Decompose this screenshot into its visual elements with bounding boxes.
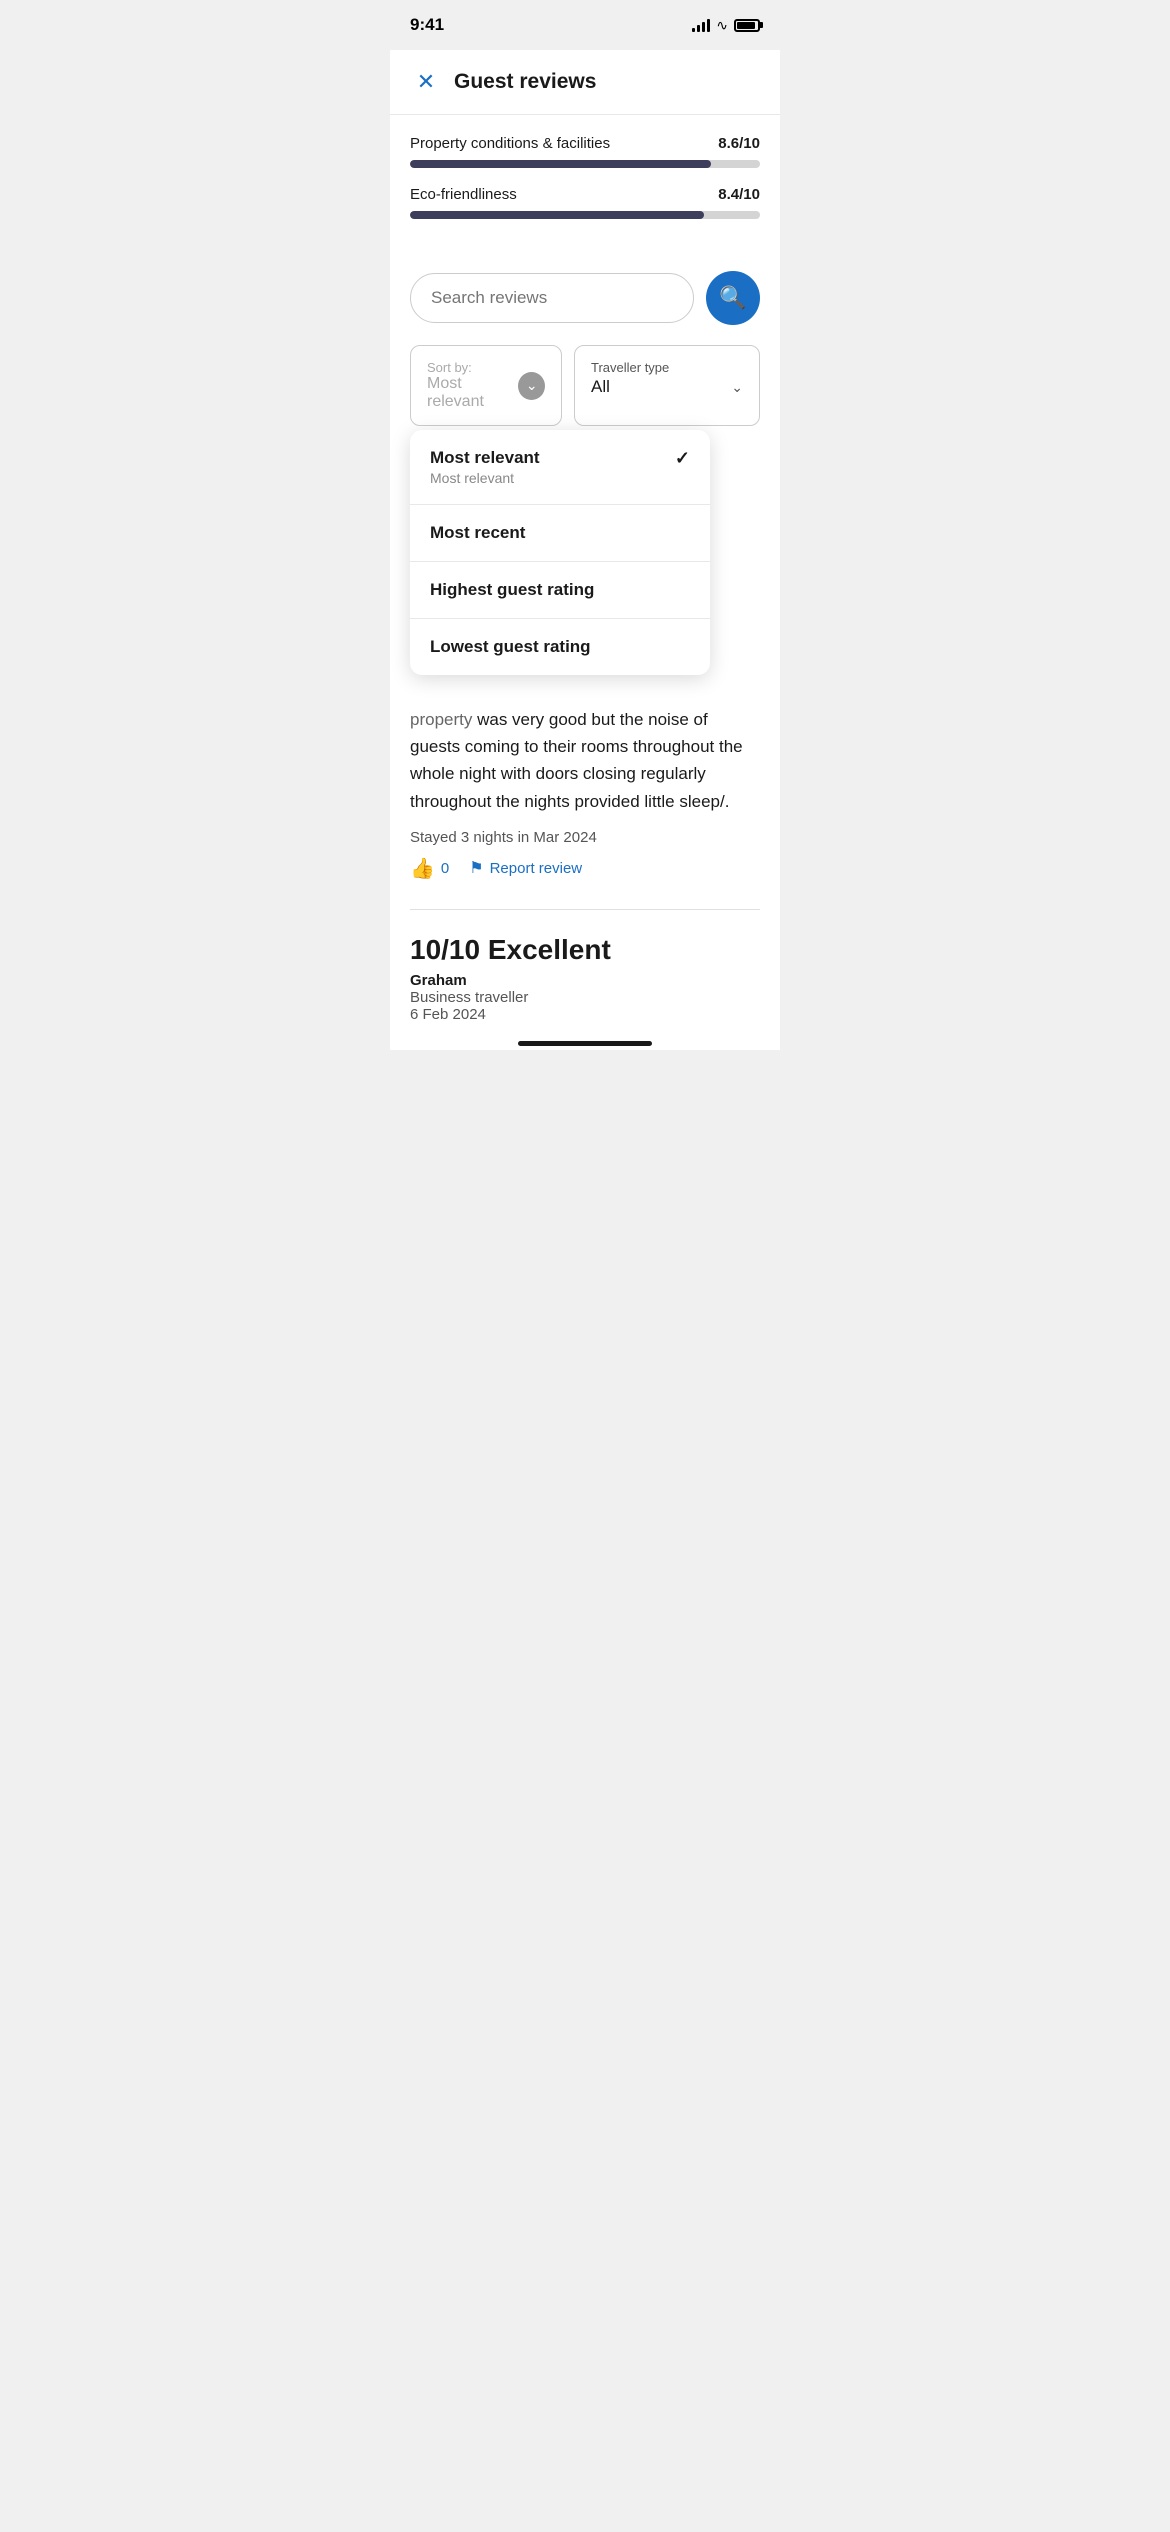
close-button[interactable]: ✕ bbox=[410, 66, 442, 98]
review-divider bbox=[410, 909, 760, 910]
review-1-stay-info: Stayed 3 nights in Mar 2024 bbox=[410, 829, 760, 846]
reviewer-date: 6 Feb 2024 bbox=[410, 1006, 760, 1023]
sort-option-highest-rating[interactable]: Highest guest rating bbox=[410, 562, 710, 619]
search-input-wrapper[interactable] bbox=[410, 273, 694, 323]
progress-bar-property-fill bbox=[410, 160, 711, 168]
review-partial-prefix: property bbox=[410, 710, 477, 729]
rating-label-property: Property conditions & facilities bbox=[410, 135, 610, 152]
rating-score-property: 8.6/10 bbox=[718, 135, 760, 152]
battery-icon bbox=[734, 19, 760, 32]
review-1-actions: 👍 0 ⚑ Report review bbox=[410, 856, 760, 881]
sort-option-title-most-relevant: Most relevant bbox=[430, 448, 540, 468]
sort-chevron: ⌄ bbox=[518, 372, 545, 400]
review-2: 10/10 Excellent Graham Business travelle… bbox=[390, 918, 780, 1033]
header: ✕ Guest reviews bbox=[390, 50, 780, 115]
sort-option-title-highest: Highest guest rating bbox=[430, 580, 690, 600]
progress-bar-eco-fill bbox=[410, 211, 704, 219]
reviewer-name: Graham bbox=[410, 972, 760, 989]
rating-score-eco: 8.4/10 bbox=[718, 186, 760, 203]
filter-section: Sort by: Most relevant ⌄ Most relevant bbox=[390, 345, 780, 426]
sort-option-title-most-recent: Most recent bbox=[430, 523, 690, 543]
status-bar: 9:41 ∿ bbox=[390, 0, 780, 50]
report-review-button[interactable]: ⚑ Report review bbox=[469, 858, 582, 878]
flag-icon: ⚑ bbox=[469, 858, 483, 878]
thumbs-up-button[interactable]: 👍 0 bbox=[410, 856, 449, 881]
review-2-score: 10/10 Excellent bbox=[410, 934, 760, 966]
progress-bar-property-bg bbox=[410, 160, 760, 168]
search-section: 🔍 bbox=[390, 247, 780, 345]
sort-dropdown-labels: Sort by: Most relevant bbox=[427, 360, 518, 411]
status-icons: ∿ bbox=[692, 17, 760, 34]
filter-row: Sort by: Most relevant ⌄ Most relevant bbox=[410, 345, 760, 426]
sort-value: Most relevant bbox=[427, 375, 518, 411]
close-icon: ✕ bbox=[417, 69, 435, 95]
review-1: property was very good but the noise of … bbox=[390, 686, 780, 901]
home-bar bbox=[518, 1041, 652, 1046]
rating-row-property: Property conditions & facilities 8.6/10 bbox=[410, 135, 760, 168]
review-1-text: property was very good but the noise of … bbox=[410, 706, 760, 815]
sort-option-subtitle-most-relevant: Most relevant bbox=[430, 470, 540, 486]
sort-option-lowest-rating[interactable]: Lowest guest rating bbox=[410, 619, 710, 675]
search-button[interactable]: 🔍 bbox=[706, 271, 760, 325]
thumbs-count: 0 bbox=[441, 860, 449, 877]
signal-bars-icon bbox=[692, 18, 710, 32]
page-title: Guest reviews bbox=[454, 70, 596, 94]
traveller-label: Traveller type bbox=[591, 360, 743, 375]
sort-dropdown[interactable]: Sort by: Most relevant ⌄ bbox=[410, 345, 562, 426]
traveller-value: All bbox=[591, 377, 610, 397]
sort-option-most-recent[interactable]: Most recent bbox=[410, 505, 710, 562]
search-icon: 🔍 bbox=[719, 285, 746, 311]
checkmark-icon: ✓ bbox=[675, 448, 690, 469]
chevron-down-icon: ⌄ bbox=[526, 377, 538, 394]
sort-container: Sort by: Most relevant ⌄ Most relevant bbox=[410, 345, 562, 426]
thumbs-up-icon: 👍 bbox=[410, 856, 435, 881]
report-label: Report review bbox=[490, 860, 583, 877]
ratings-section: Property conditions & facilities 8.6/10 … bbox=[390, 115, 780, 247]
traveller-chevron-down-icon: ⌄ bbox=[731, 379, 743, 396]
progress-bar-eco-bg bbox=[410, 211, 760, 219]
status-time: 9:41 bbox=[410, 15, 444, 35]
search-input[interactable] bbox=[431, 288, 673, 308]
main-content: ✕ Guest reviews Property conditions & fa… bbox=[390, 50, 780, 1050]
sort-option-most-relevant[interactable]: Most relevant Most relevant ✓ bbox=[410, 430, 710, 505]
sort-label: Sort by: bbox=[427, 360, 518, 375]
traveller-type-dropdown[interactable]: Traveller type All ⌄ bbox=[574, 345, 760, 426]
home-indicator bbox=[390, 1033, 780, 1050]
rating-label-eco: Eco-friendliness bbox=[410, 186, 517, 203]
rating-row-eco: Eco-friendliness 8.4/10 bbox=[410, 186, 760, 219]
wifi-icon: ∿ bbox=[716, 17, 728, 34]
sort-option-title-lowest: Lowest guest rating bbox=[430, 637, 690, 657]
traveller-value-row: All ⌄ bbox=[591, 377, 743, 397]
reviewer-type: Business traveller bbox=[410, 989, 760, 1006]
sort-menu: Most relevant Most relevant ✓ Most recen… bbox=[410, 430, 710, 675]
